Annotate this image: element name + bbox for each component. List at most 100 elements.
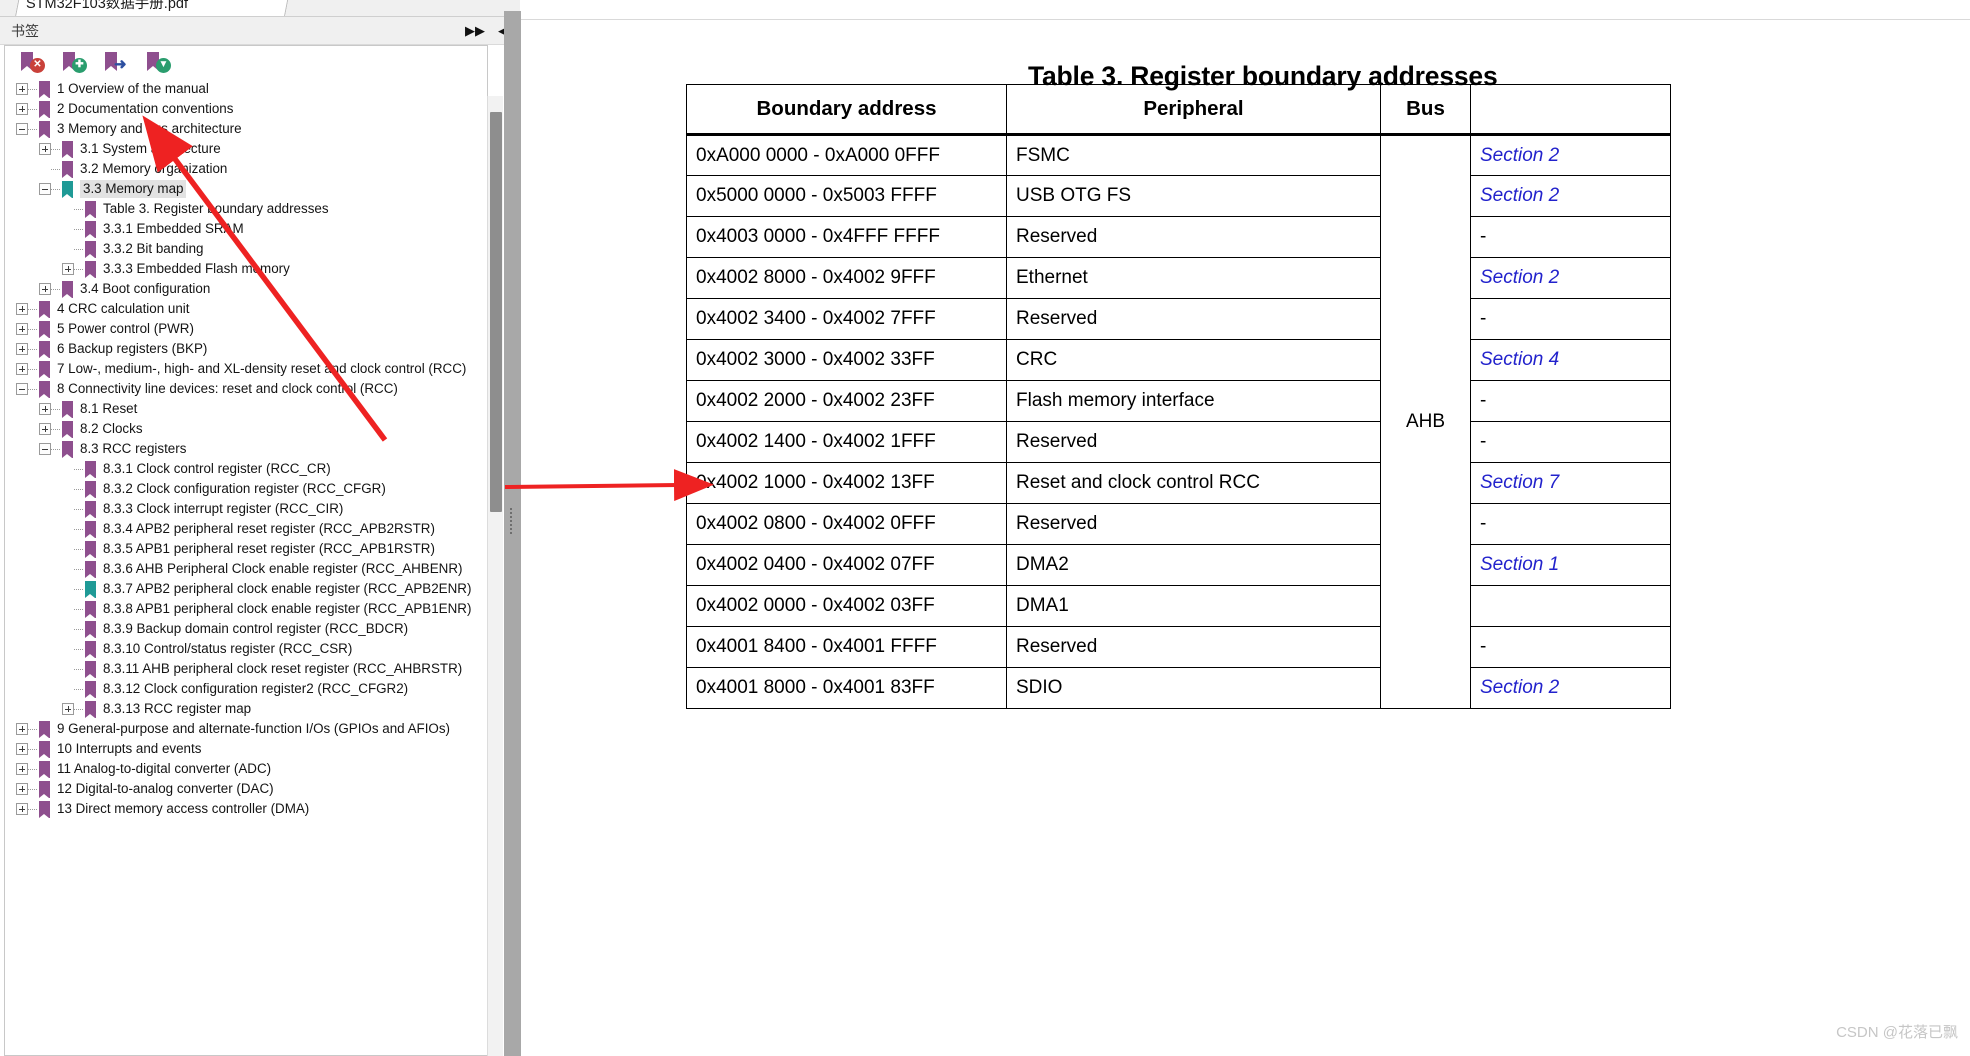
delete-bookmark-icon[interactable]: ✕ (19, 50, 49, 74)
bookmark-tree-item[interactable]: Table 3. Register boundary addresses (5, 199, 487, 219)
expand-icon[interactable] (16, 343, 28, 355)
collapse-icon[interactable] (39, 183, 51, 195)
delete-badge: ✕ (30, 57, 45, 73)
expand-icon[interactable] (16, 803, 28, 815)
tree-connector-line (28, 88, 37, 90)
bookmark-tree-item[interactable]: 2 Documentation conventions (5, 99, 487, 119)
table-row: 0x5000 0000 - 0x5003 FFFF USB OTG FS Secti… (686, 175, 1671, 217)
bookmark-tree-item[interactable]: 5 Power control (PWR) (5, 319, 487, 339)
bookmark-tree-item-label: 8.3.1 Clock control register (RCC_CR) (103, 461, 331, 477)
expand-icon[interactable] (16, 303, 28, 315)
tree-connector-line (74, 548, 83, 550)
collapse-all-icon[interactable]: ▶▶ (465, 24, 485, 37)
expand-icon[interactable] (16, 723, 28, 735)
section-link[interactable]: Section 7 (1470, 462, 1671, 504)
expand-icon[interactable] (62, 703, 74, 715)
expand-icon[interactable] (16, 103, 28, 115)
section-link[interactable]: Section 2 (1470, 175, 1671, 217)
bookmark-tree-item[interactable]: 8 Connectivity line devices: reset and c… (5, 379, 487, 399)
goto-bookmark-icon[interactable]: ➜ (103, 50, 133, 74)
bookmark-tree-item[interactable]: 8.3.2 Clock configuration register (RCC_… (5, 479, 487, 499)
bookmark-tree-item[interactable]: 8.3.5 APB1 peripheral reset register (RC… (5, 539, 487, 559)
expand-bookmark-icon[interactable]: ▼ (145, 50, 175, 74)
expand-icon[interactable] (39, 403, 51, 415)
bookmark-tree-item[interactable]: 10 Interrupts and events (5, 739, 487, 759)
collapse-icon[interactable] (16, 383, 28, 395)
bookmark-tree-item[interactable]: 12 Digital-to-analog converter (DAC) (5, 779, 487, 799)
bookmark-tree-item[interactable]: 1 Overview of the manual (5, 79, 487, 99)
bookmark-tree-item[interactable]: 6 Backup registers (BKP) (5, 339, 487, 359)
bookmark-tree-item[interactable]: 11 Analog-to-digital converter (ADC) (5, 759, 487, 779)
bookmark-tree-item[interactable]: 8.3.8 APB1 peripheral clock enable regis… (5, 599, 487, 619)
bookmark-tree-item[interactable]: 4 CRC calculation unit (5, 299, 487, 319)
collapse-icon[interactable] (16, 123, 28, 135)
bookmark-tree-item[interactable]: 8.3.9 Backup domain control register (RC… (5, 619, 487, 639)
bookmark-tree-item[interactable]: 8.3.1 Clock control register (RCC_CR) (5, 459, 487, 479)
expand-icon[interactable] (39, 283, 51, 295)
expand-icon[interactable] (16, 743, 28, 755)
bookmark-tree-item[interactable]: 3.3 Memory map (5, 179, 487, 199)
cell-boundary-address: 0x4002 1400 - 0x4002 1FFF (686, 421, 1007, 463)
bookmark-tree-item[interactable]: 3.2 Memory organization (5, 159, 487, 179)
column-header-section (1470, 84, 1671, 136)
cell-peripheral: Reserved (1006, 421, 1381, 463)
bookmark-tree-item[interactable]: 8.3.4 APB2 peripheral reset register (RC… (5, 519, 487, 539)
section-link[interactable]: Section 2 (1470, 667, 1671, 709)
tab-document[interactable] (14, 0, 292, 16)
bookmark-tree-item[interactable]: 3.3.1 Embedded SRAM (5, 219, 487, 239)
expand-icon[interactable] (62, 263, 74, 275)
add-bookmark-icon[interactable]: ✚ (61, 50, 91, 74)
panel-splitter[interactable] (504, 11, 521, 1056)
cell-boundary-address: 0x4002 8000 - 0x4002 9FFF (686, 257, 1007, 299)
expand-icon[interactable] (16, 323, 28, 335)
bookmark-tree-item[interactable]: 8.3 RCC registers (5, 439, 487, 459)
expand-icon[interactable] (16, 763, 28, 775)
table-row: 0x4002 3400 - 0x4002 7FFF Reserved - (686, 298, 1671, 340)
bookmark-tree-item[interactable]: 3.4 Boot configuration (5, 279, 487, 299)
bookmark-flag-icon (85, 680, 96, 698)
bookmarks-scrollbar[interactable] (487, 96, 503, 1056)
bookmark-tree-item[interactable]: 3.3.3 Embedded Flash memory (5, 259, 487, 279)
section-link[interactable]: Section 1 (1470, 544, 1671, 586)
bookmark-tree-item[interactable]: 8.3.7 APB2 peripheral clock enable regis… (5, 579, 487, 599)
bookmark-tree-item[interactable]: 8.3.12 Clock configuration register2 (RC… (5, 679, 487, 699)
bookmark-tree-item[interactable]: 9 General-purpose and alternate-function… (5, 719, 487, 739)
tree-connector-line (74, 628, 83, 630)
tree-connector-line (74, 228, 83, 230)
bookmark-tree-item[interactable]: 8.3.10 Control/status register (RCC_CSR) (5, 639, 487, 659)
section-link[interactable] (1470, 585, 1671, 627)
tree-connector-line (28, 808, 37, 810)
bookmark-flag-icon (39, 800, 50, 818)
bookmark-tree-item[interactable]: 3 Memory and bus architecture (5, 119, 487, 139)
bookmark-tree-item-label: 8.3.8 APB1 peripheral clock enable regis… (103, 601, 472, 617)
bookmark-tree-item[interactable]: 8.2 Clocks (5, 419, 487, 439)
bookmark-tree-item[interactable]: 3.3.2 Bit banding (5, 239, 487, 259)
cell-peripheral: SDIO (1006, 667, 1381, 709)
bookmark-tree-item[interactable]: 8.3.3 Clock interrupt register (RCC_CIR) (5, 499, 487, 519)
bookmarks-panel-buttons: ▶▶ ◀ (465, 24, 508, 37)
cell-peripheral: DMA1 (1006, 585, 1381, 627)
bookmarks-tree[interactable]: 1 Overview of the manual 2 Documentation … (4, 77, 488, 1056)
section-link[interactable]: Section 2 (1470, 257, 1671, 299)
tree-connector-line (28, 728, 37, 730)
tree-connector-line (51, 428, 60, 430)
bookmark-flag-icon (85, 200, 96, 218)
bookmark-tree-item[interactable]: 7 Low-, medium-, high- and XL-density re… (5, 359, 487, 379)
expand-icon[interactable] (16, 83, 28, 95)
collapse-icon[interactable] (39, 443, 51, 455)
bookmark-tree-item[interactable]: 8.3.13 RCC register map (5, 699, 487, 719)
bookmark-tree-item[interactable]: 8.3.11 AHB peripheral clock reset regist… (5, 659, 487, 679)
section-link[interactable]: Section 2 (1470, 134, 1671, 176)
expand-icon[interactable] (16, 363, 28, 375)
bookmarks-scrollbar-thumb[interactable] (490, 112, 502, 512)
bookmark-tree-item[interactable]: 8.1 Reset (5, 399, 487, 419)
expand-icon[interactable] (39, 423, 51, 435)
expand-icon[interactable] (39, 143, 51, 155)
register-boundary-table: Boundary address Peripheral Bus 0xA000 0… (686, 84, 1671, 709)
bookmark-tree-item[interactable]: 8.3.6 AHB Peripheral Clock enable regist… (5, 559, 487, 579)
bookmark-tree-item[interactable]: 3.1 System architecture (5, 139, 487, 159)
section-link[interactable]: Section 4 (1470, 339, 1671, 381)
expand-icon[interactable] (16, 783, 28, 795)
bookmark-tree-item[interactable]: 13 Direct memory access controller (DMA) (5, 799, 487, 819)
